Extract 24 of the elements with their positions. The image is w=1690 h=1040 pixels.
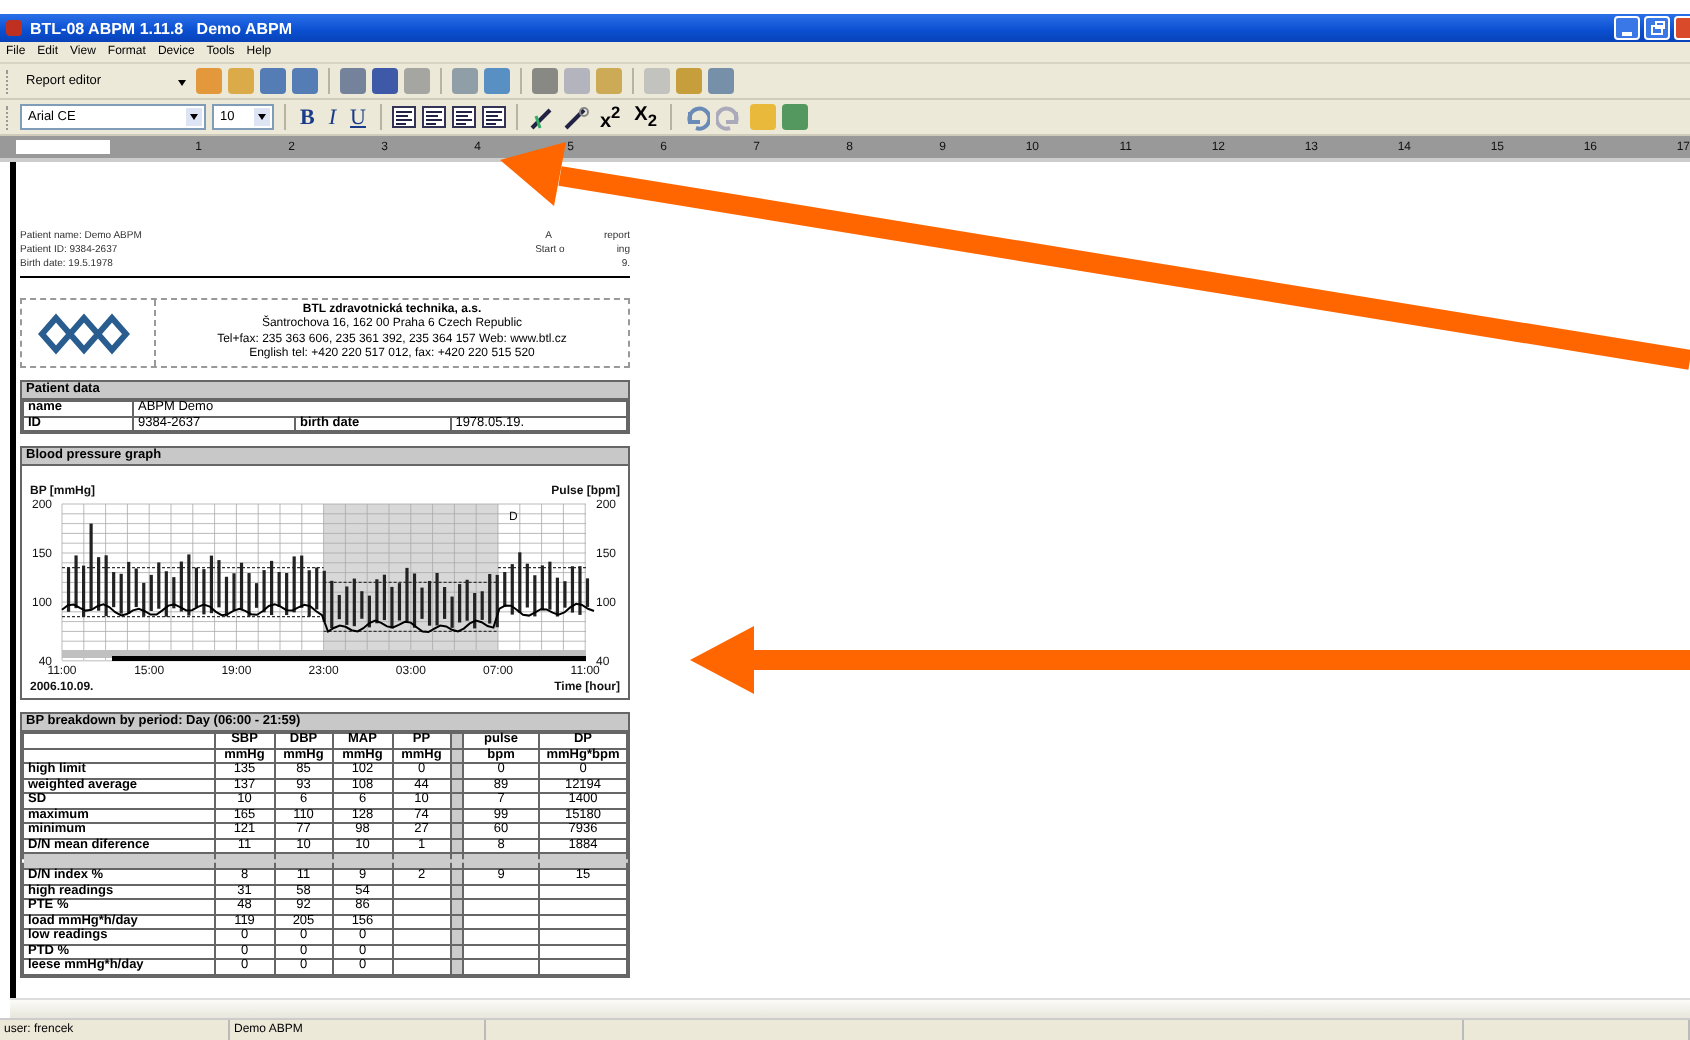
justify-icon[interactable] <box>481 106 506 128</box>
pen-icon[interactable] <box>527 103 556 131</box>
restore-button[interactable] <box>1644 16 1670 40</box>
pen-icon[interactable] <box>561 103 590 131</box>
align-center-icon[interactable] <box>421 106 446 128</box>
restore-icon <box>1649 20 1665 36</box>
align-left-icon[interactable] <box>391 106 416 128</box>
ruler-margin <box>16 140 109 154</box>
horizontal-scrollbar[interactable] <box>10 998 1690 1018</box>
company-logo <box>38 311 130 355</box>
caret-icon <box>176 75 188 87</box>
window-title: BTL-08 ABPM 1.11.8 Demo ABPM <box>30 19 292 37</box>
undo-icon[interactable] <box>682 103 711 131</box>
caret-icon <box>254 108 270 126</box>
redo-icon[interactable] <box>716 103 745 131</box>
minimize-button[interactable] <box>1614 16 1640 40</box>
app-icon <box>6 20 22 36</box>
superscript-button[interactable]: x$^{2}$ <box>595 97 625 137</box>
subscript-button[interactable]: X$_{2}$ <box>630 101 661 133</box>
align-right-icon[interactable] <box>451 106 476 128</box>
italic-button[interactable]: I <box>324 103 341 131</box>
underline-button[interactable]: U <box>346 103 370 131</box>
caret-icon <box>186 108 202 126</box>
bold-button[interactable]: B <box>296 103 319 131</box>
